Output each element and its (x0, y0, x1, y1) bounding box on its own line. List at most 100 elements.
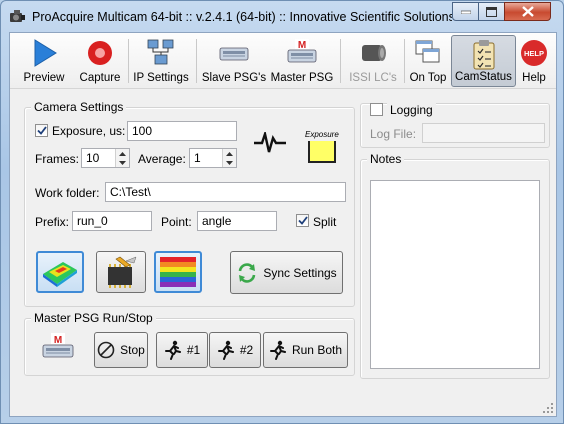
svg-text:M: M (298, 40, 306, 51)
help-icon: HELP (521, 40, 547, 66)
checkmark-icon (297, 216, 308, 225)
run-1-button[interactable]: #1 (156, 332, 208, 368)
run-2-label: #2 (239, 343, 254, 357)
master-psg-label: Master PSG (270, 72, 334, 84)
minimize-button[interactable] (452, 2, 479, 21)
run-both-label: Run Both (291, 343, 343, 357)
issi-lcs-label: ISSI LC's (349, 72, 397, 84)
split-checkbox[interactable] (296, 214, 309, 227)
notes-legend: Notes (367, 152, 405, 166)
master-psg-group: Master PSG Run/Stop M Stop #1 #2 Run Bot… (24, 311, 355, 376)
stop-button[interactable]: Stop (94, 332, 148, 368)
checkmark-icon (36, 126, 47, 135)
sync-settings-button[interactable]: Sync Settings (230, 251, 343, 294)
notes-group: Notes (360, 152, 550, 379)
issi-lcs-button[interactable]: ISSI LC's (344, 35, 402, 87)
frames-spinner[interactable]: 10 (81, 148, 130, 168)
psg-device-icon (219, 47, 249, 61)
chip-tool-icon (108, 256, 137, 288)
record-icon (88, 41, 112, 65)
prefix-input[interactable]: run_0 (72, 211, 152, 231)
run-2-button[interactable]: #2 (209, 332, 261, 368)
help-button[interactable]: HELP Help (516, 35, 552, 87)
runner-icon (217, 340, 234, 360)
capture-button[interactable]: Capture (72, 35, 128, 87)
exposure-input[interactable]: 100 (127, 121, 237, 141)
capture-label: Capture (79, 72, 121, 84)
toolbar-separator (128, 39, 129, 83)
colormap-button[interactable] (154, 251, 202, 293)
average-label: Average: (138, 152, 186, 166)
run-1-label: #1 (186, 343, 201, 357)
point-input[interactable]: angle (197, 211, 277, 231)
colormap-icon (160, 257, 196, 287)
frames-label: Frames: (35, 152, 80, 166)
app-window: ProAcquire Multicam 64-bit :: v.2.4.1 (6… (0, 0, 564, 424)
app-camera-icon (10, 10, 25, 22)
toolbar: Preview Capture IP Settings Slave PSG's … (10, 33, 556, 89)
slave-psgs-button[interactable]: Slave PSG's (200, 35, 268, 87)
spin-down-icon[interactable] (116, 158, 129, 167)
hardware-config-button[interactable] (96, 251, 146, 293)
close-button[interactable] (504, 2, 551, 21)
windows-stack-icon (415, 40, 440, 63)
master-psg-icon: M (287, 39, 317, 63)
surface-plot-button[interactable] (36, 251, 84, 293)
sync-icon (239, 262, 256, 283)
average-value: 1 (194, 151, 201, 165)
ip-settings-label: IP Settings (133, 72, 189, 84)
surface-plot-icon (43, 262, 77, 287)
master-psg-button[interactable]: M Master PSG (268, 35, 336, 87)
prefix-label: Prefix: (35, 215, 70, 229)
title-bar[interactable]: ProAcquire Multicam 64-bit :: v.2.4.1 (6… (1, 1, 563, 33)
spin-down-icon[interactable] (223, 158, 236, 167)
help-label: Help (522, 72, 546, 84)
window-title: ProAcquire Multicam 64-bit :: v.2.4.1 (6… (32, 10, 452, 24)
pulse-waveform-icon (254, 132, 286, 153)
camera-settings-group: Camera Settings Exposure, us: 100 Exposu… (24, 100, 355, 307)
sync-settings-label: Sync Settings (263, 265, 337, 280)
client-area: Preview Capture IP Settings Slave PSG's … (9, 32, 557, 417)
split-label: Split (313, 215, 337, 229)
work-folder-input[interactable]: C:\Test\ (105, 182, 346, 202)
run-both-button[interactable]: Run Both (263, 332, 348, 368)
slave-psgs-label: Slave PSG's (201, 72, 267, 84)
notes-textarea[interactable] (370, 180, 540, 369)
log-file-input[interactable] (422, 123, 545, 143)
exposure-checkbox[interactable] (35, 124, 48, 137)
clipboard-checklist-icon (473, 40, 494, 70)
maximize-button[interactable] (478, 2, 505, 21)
minimize-icon (460, 10, 471, 14)
logging-checkbox[interactable] (370, 103, 383, 116)
camstatus-label: CamStatus (455, 71, 512, 83)
lc-camera-icon (362, 45, 386, 61)
help-badge: HELP (524, 49, 544, 58)
ip-settings-button[interactable]: IP Settings (130, 35, 192, 87)
preview-label: Preview (23, 72, 65, 84)
stop-label: Stop (120, 343, 145, 357)
spin-up-icon[interactable] (223, 149, 236, 158)
point-label: Point: (161, 215, 192, 229)
master-psg-icon: M (42, 333, 74, 358)
runner-icon (269, 340, 286, 360)
logging-label: Logging (387, 103, 436, 117)
svg-text:M: M (54, 335, 62, 346)
master-psg-legend: Master PSG Run/Stop (31, 311, 156, 325)
logging-group: Logging Log File: (360, 103, 550, 148)
resize-grip-icon[interactable] (543, 403, 554, 414)
on-top-button[interactable]: On Top (406, 35, 450, 87)
preview-button[interactable]: Preview (16, 35, 72, 87)
average-spinner[interactable]: 1 (189, 148, 237, 168)
spin-up-icon[interactable] (116, 149, 129, 158)
toolbar-separator (196, 39, 197, 83)
stop-icon (97, 341, 115, 359)
toolbar-separator (404, 39, 405, 83)
camstatus-button[interactable]: CamStatus (451, 35, 516, 87)
camera-settings-legend: Camera Settings (31, 100, 127, 114)
exposure-indicator (308, 141, 336, 163)
play-icon (34, 39, 57, 67)
close-icon (521, 6, 534, 17)
toolbar-separator (340, 39, 341, 83)
log-file-label: Log File: (370, 127, 417, 141)
exposure-label: Exposure, us: (52, 124, 126, 138)
